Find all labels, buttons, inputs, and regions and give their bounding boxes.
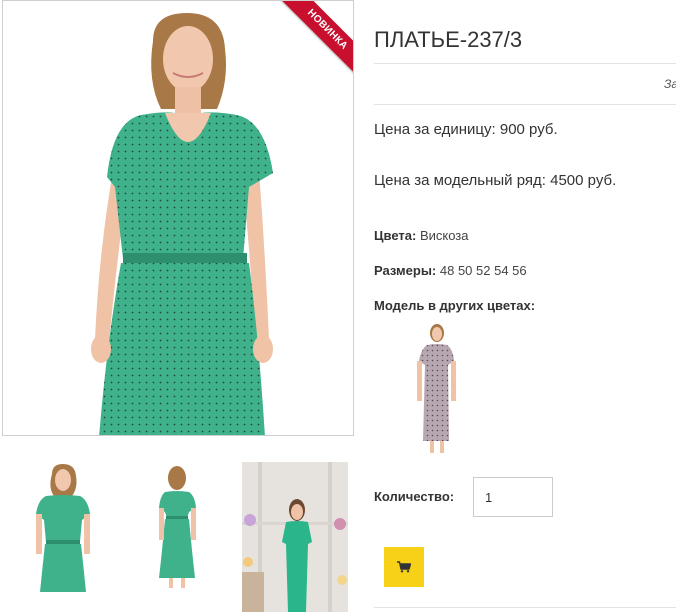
spec-colors-value: Вискоза [419, 228, 469, 243]
divider [374, 104, 676, 105]
main-product-image[interactable]: НОВИНКА [2, 0, 354, 436]
new-badge: НОВИНКА [276, 1, 353, 81]
product-title: ПЛАТЬЕ-237/3 [374, 27, 523, 52]
color-variant-thumbnail[interactable] [405, 323, 483, 463]
cart-icon [397, 561, 411, 573]
other-colors-label: Модель в других цветах: [374, 298, 536, 313]
quantity-input[interactable] [473, 477, 553, 517]
spec-sizes-label: Размеры: [374, 263, 437, 278]
spec-colors-label: Цвета: [374, 228, 417, 243]
divider [374, 63, 676, 64]
thumbnail-interior-image [242, 462, 348, 612]
series-price: Цена за модельный ряд: 4500 руб. [374, 172, 617, 189]
spec-sizes-value: 48 50 52 54 56 [439, 263, 527, 278]
thumbnail-front[interactable] [8, 462, 114, 612]
thumbnail-back[interactable] [125, 462, 231, 612]
spec-sizes: Размеры: 48 50 52 54 56 [374, 263, 527, 278]
divider [374, 607, 676, 608]
add-to-cart-button[interactable] [384, 547, 424, 587]
color-variant-image [417, 324, 456, 453]
thumbnail-interior[interactable] [242, 462, 348, 612]
spec-colors: Цвета: Вискоза [374, 228, 468, 243]
thumbnail-back-image [159, 466, 196, 588]
new-badge-ribbon: НОВИНКА [263, 1, 353, 91]
truncated-link[interactable]: За [664, 77, 676, 91]
unit-price: Цена за единицу: 900 руб. [374, 121, 558, 138]
thumbnail-front-image [36, 464, 90, 592]
quantity-label: Количество: [374, 489, 455, 504]
